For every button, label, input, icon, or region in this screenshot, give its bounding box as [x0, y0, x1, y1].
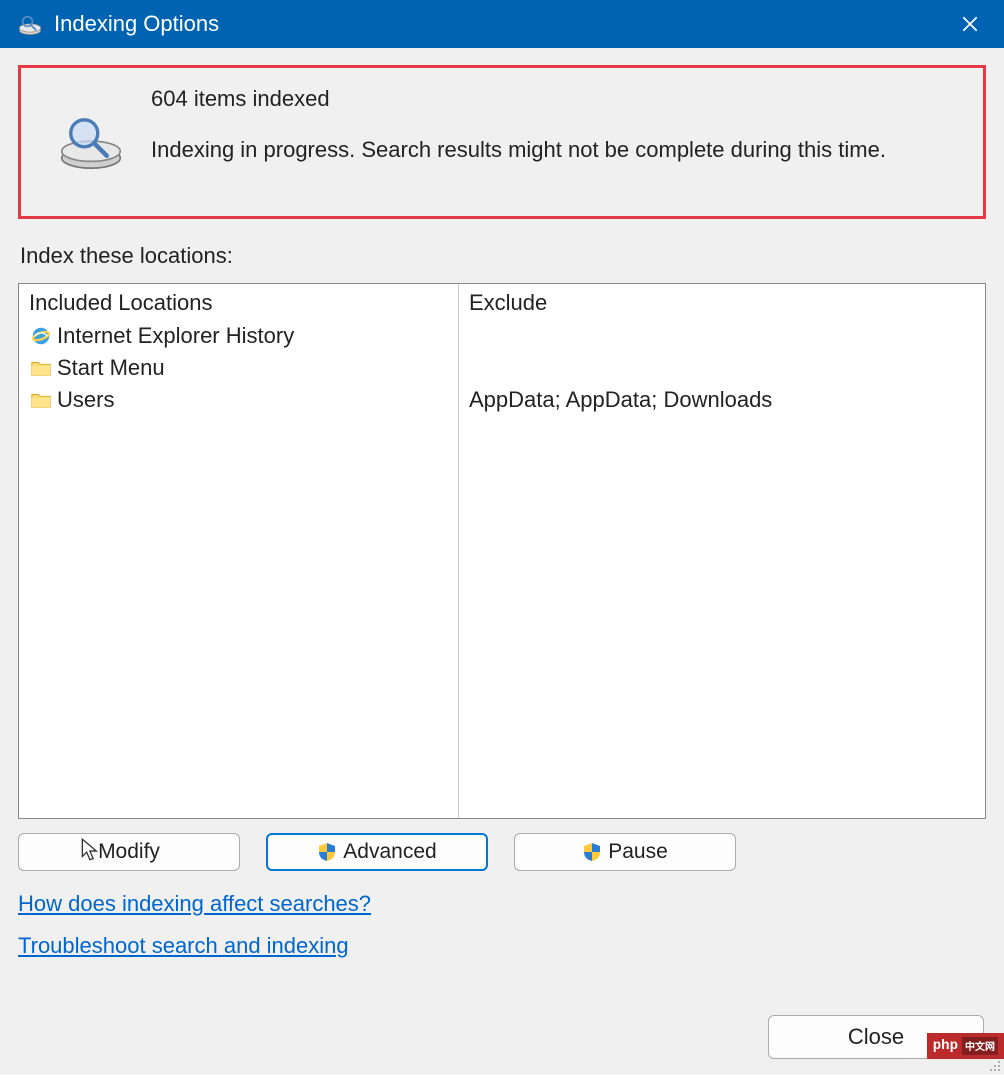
dialog-content: 604 items indexed Indexing in progress. … — [0, 48, 1004, 1075]
pause-label: Pause — [608, 840, 668, 864]
pause-button[interactable]: Pause — [514, 833, 736, 871]
exclude-value: AppData; AppData; Downloads — [469, 384, 975, 416]
watermark-cn: 中文网 — [962, 1037, 998, 1055]
advanced-label: Advanced — [343, 840, 436, 864]
resize-grip-icon[interactable] — [986, 1057, 1002, 1073]
help-link[interactable]: How does indexing affect searches? — [18, 891, 371, 917]
ie-icon — [29, 324, 53, 348]
indexing-options-icon — [16, 10, 44, 38]
list-item[interactable]: Start Menu — [29, 352, 448, 384]
items-indexed-count: 604 items indexed — [151, 86, 965, 112]
included-locations-column: Included Locations Internet Explorer His… — [19, 284, 459, 818]
locations-list: Included Locations Internet Explorer His… — [18, 283, 986, 819]
included-locations-header: Included Locations — [29, 290, 448, 316]
window-title: Indexing Options — [54, 11, 946, 37]
button-row: Modify Advanced — [18, 833, 986, 871]
status-panel: 604 items indexed Indexing in progress. … — [18, 65, 986, 219]
list-item[interactable]: Users — [29, 384, 448, 416]
index-locations-label: Index these locations: — [20, 243, 986, 269]
location-label: Start Menu — [57, 355, 165, 381]
exclude-value — [469, 352, 975, 384]
folder-icon — [29, 356, 53, 380]
modify-label: Modify — [98, 840, 160, 864]
watermark-text: php — [933, 1038, 958, 1054]
title-bar: Indexing Options — [0, 0, 1004, 48]
location-label: Users — [57, 387, 114, 413]
shield-icon — [317, 842, 337, 862]
advanced-button[interactable]: Advanced — [266, 833, 488, 871]
modify-button[interactable]: Modify — [18, 833, 240, 871]
troubleshoot-link[interactable]: Troubleshoot search and indexing — [18, 933, 349, 959]
exclude-header: Exclude — [469, 290, 975, 316]
location-label: Internet Explorer History — [57, 323, 294, 349]
exclude-column: Exclude AppData; AppData; Downloads — [459, 284, 985, 818]
indexing-status-message: Indexing in progress. Search results mig… — [151, 136, 965, 165]
drive-search-icon — [55, 104, 127, 176]
shield-icon — [582, 842, 602, 862]
watermark-badge: php 中文网 — [927, 1033, 1004, 1059]
close-icon[interactable] — [946, 0, 994, 48]
list-item[interactable]: Internet Explorer History — [29, 320, 448, 352]
exclude-value — [469, 320, 975, 352]
folder-icon — [29, 388, 53, 412]
